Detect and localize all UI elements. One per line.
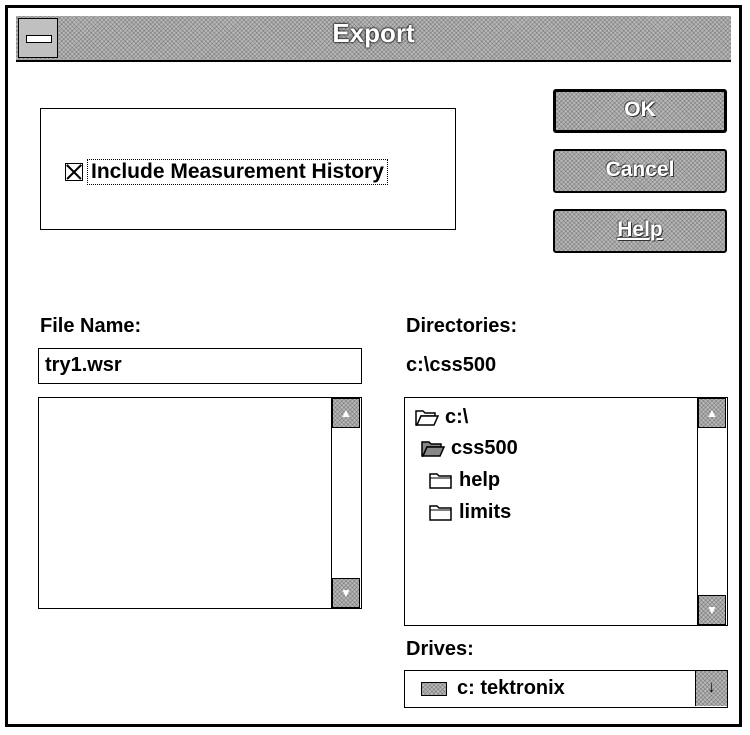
dialog-title: Export xyxy=(332,18,415,48)
options-group: Include Measurement History xyxy=(40,108,456,230)
dropdown-arrow-icon[interactable]: ↓ xyxy=(695,671,727,706)
cancel-button[interactable]: Cancel xyxy=(553,149,727,193)
folder-icon xyxy=(429,473,452,489)
file-list[interactable]: ▲ ▼ xyxy=(38,397,362,609)
dir-item-css500[interactable]: css500 xyxy=(421,434,518,462)
directory-list-scrollbar[interactable]: ▲ ▼ xyxy=(697,398,727,625)
file-name-input[interactable]: try1.wsr xyxy=(38,348,362,384)
include-history-checkbox[interactable]: Include Measurement History xyxy=(65,159,388,185)
file-list-scrollbar[interactable]: ▲ ▼ xyxy=(331,398,361,608)
current-directory: c:\css500 xyxy=(406,354,497,376)
checkbox-checked-icon[interactable] xyxy=(65,163,83,181)
dir-item-root[interactable]: c:\ xyxy=(415,403,468,431)
dir-item-help[interactable]: help xyxy=(429,466,500,494)
open-folder-icon xyxy=(415,410,439,426)
drive-icon xyxy=(421,682,447,696)
drive-selected-value: c: tektronix xyxy=(457,677,565,699)
scroll-up-icon[interactable]: ▲ xyxy=(332,398,360,428)
scroll-down-icon[interactable]: ▼ xyxy=(698,595,726,625)
directory-list[interactable]: c:\ css500 help limits ▲ ▼ xyxy=(404,397,728,626)
ok-button[interactable]: OK xyxy=(553,89,727,133)
directories-label: Directories: xyxy=(406,315,518,337)
file-name-label: File Name: xyxy=(40,315,142,337)
drives-label: Drives: xyxy=(406,638,474,660)
open-folder-icon xyxy=(421,441,445,457)
dir-item-limits[interactable]: limits xyxy=(429,498,511,526)
include-history-label[interactable]: Include Measurement History xyxy=(87,159,388,185)
help-button[interactable]: Help xyxy=(553,209,727,253)
folder-icon xyxy=(429,505,452,521)
drives-dropdown[interactable]: c: tektronix ↓ xyxy=(404,670,728,708)
scroll-up-icon[interactable]: ▲ xyxy=(698,398,726,428)
scroll-down-icon[interactable]: ▼ xyxy=(332,578,360,608)
